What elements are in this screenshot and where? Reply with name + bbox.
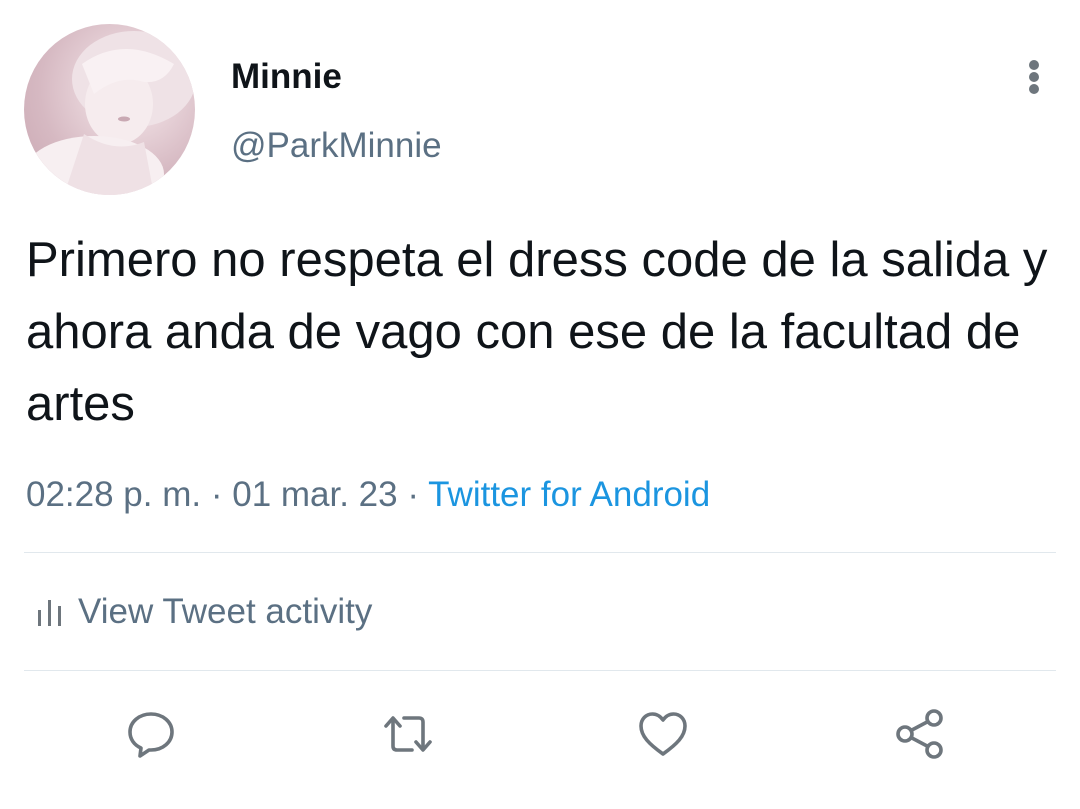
view-tweet-activity-label: View Tweet activity	[78, 592, 373, 631]
comment-icon	[128, 712, 174, 758]
tweet-meta: 02:28 p. m. · 01 mar. 23 · Twitter for A…	[26, 473, 710, 517]
tweet-date[interactable]: 01 mar. 23	[232, 475, 397, 514]
bar-chart-icon	[38, 600, 61, 626]
retweet-button[interactable]	[380, 706, 436, 762]
tweet-card: Minnie @ParkMinnie Primero no respeta el…	[0, 0, 1080, 809]
share-button[interactable]	[892, 706, 948, 762]
meta-separator: ·	[210, 475, 223, 514]
tweet-source-link[interactable]: Twitter for Android	[428, 475, 710, 514]
meta-separator: ·	[407, 475, 420, 514]
more-options-icon[interactable]	[1014, 52, 1054, 102]
reply-button[interactable]	[123, 706, 179, 762]
username-handle[interactable]: @ParkMinnie	[231, 126, 442, 166]
heart-icon	[639, 712, 687, 756]
divider	[24, 670, 1056, 671]
like-button[interactable]	[635, 706, 691, 762]
divider	[24, 552, 1056, 553]
avatar[interactable]	[24, 24, 195, 195]
avatar-photo	[24, 31, 195, 195]
tweet-time[interactable]: 02:28 p. m.	[26, 475, 201, 514]
display-name[interactable]: Minnie	[231, 57, 342, 97]
share-icon	[896, 709, 943, 759]
view-tweet-activity-button[interactable]: View Tweet activity	[36, 590, 372, 634]
tweet-text: Primero no respeta el dress code de la s…	[26, 233, 1048, 431]
retweet-icon	[384, 716, 432, 752]
